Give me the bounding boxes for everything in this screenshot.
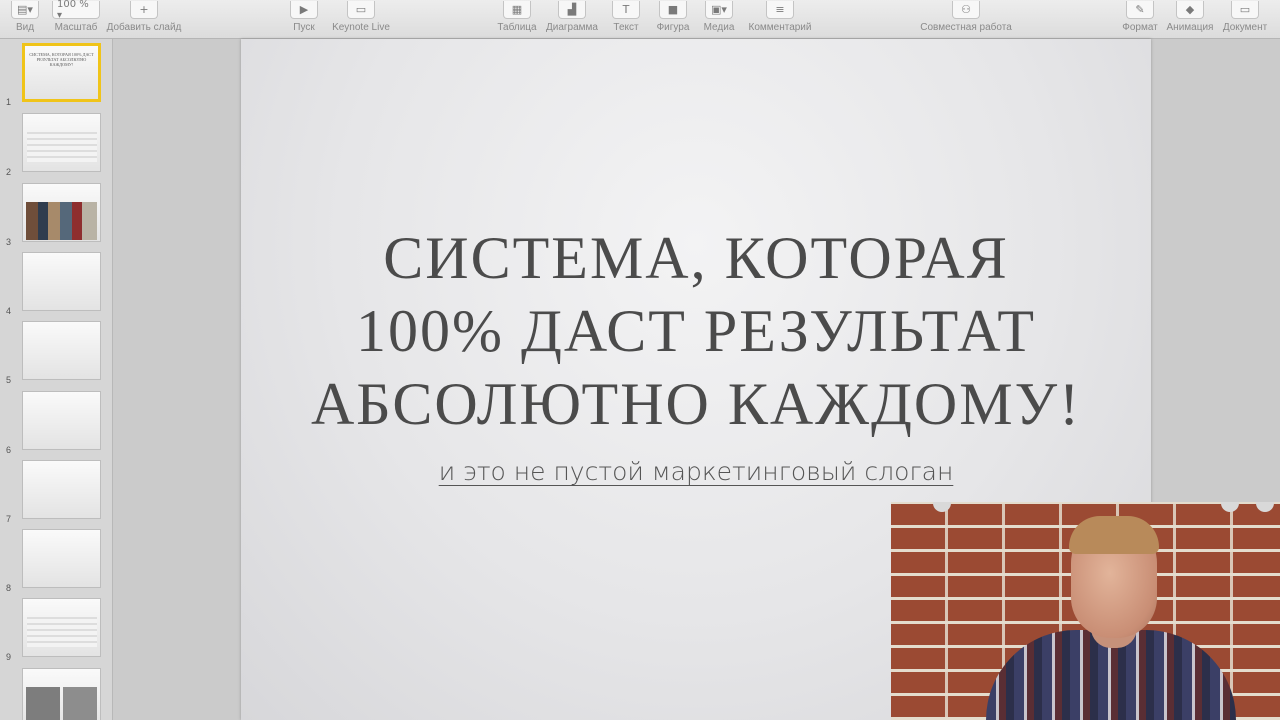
webcam-overlay xyxy=(891,502,1280,720)
slide-thumbnail[interactable] xyxy=(22,321,101,380)
keynote-live-icon: ▭ xyxy=(347,1,375,19)
media-label: Медиа xyxy=(703,22,735,33)
slide-number: 7 xyxy=(6,514,12,524)
animation-label: Анимация xyxy=(1166,22,1214,33)
slide-thumbnail[interactable] xyxy=(22,391,101,450)
view-button[interactable]: ▤▾ Вид xyxy=(11,0,39,38)
slide-thumbnail-text xyxy=(23,392,100,398)
shape-button[interactable]: ■ Фигура xyxy=(654,0,692,38)
slide-title[interactable]: СИСТЕМА, КОТОРАЯ 100% ДАСТ РЕЗУЛЬТАТ АБС… xyxy=(241,222,1151,441)
shape-label: Фигура xyxy=(656,22,690,33)
toolbar: ▤▾ Вид 100 % ▾ Масштаб + Добавить слайд … xyxy=(0,0,1280,39)
collaborate-button[interactable]: ⚇ Совместная работа xyxy=(918,0,1014,38)
view-label: Вид xyxy=(15,22,35,33)
slide-thumbnail-text xyxy=(23,599,100,605)
slide-thumbnail-row[interactable]: 5 xyxy=(0,321,112,385)
slide-thumbnail-row[interactable]: 7 xyxy=(0,460,112,524)
thumbnail-image xyxy=(63,687,97,720)
table-button[interactable]: ▦ Таблица xyxy=(496,0,538,38)
slide-number: 4 xyxy=(6,306,12,316)
slide-thumbnail-text xyxy=(23,461,100,467)
play-icon: ▶ xyxy=(290,1,318,19)
slide-thumbnail[interactable] xyxy=(22,183,101,242)
plus-icon: + xyxy=(130,1,158,19)
slide-thumbnail-text xyxy=(23,669,100,675)
slide-thumbnail[interactable] xyxy=(22,668,101,720)
slide-number: 1 xyxy=(6,97,12,107)
zoom-label: Масштаб xyxy=(54,22,98,33)
slide-thumbnail-text xyxy=(23,253,100,259)
slide-thumbnail[interactable]: Система, которая 100% даст результат абс… xyxy=(22,43,101,102)
thumbnail-content xyxy=(27,617,97,647)
collaborate-label: Совместная работа xyxy=(920,22,1012,33)
thumbnail-image xyxy=(26,687,60,720)
presenter-hair xyxy=(1069,516,1159,554)
slide-thumbnail-text xyxy=(23,322,100,328)
format-button[interactable]: ✎ Формат xyxy=(1120,0,1160,38)
comment-label: Комментарий xyxy=(748,22,812,33)
media-button[interactable]: ▣▾ Медиа xyxy=(700,0,738,38)
media-icon: ▣▾ xyxy=(705,1,733,19)
slide-subtitle[interactable]: и это не пустой маркетинговый слоган xyxy=(241,457,1151,486)
chart-icon: ▟ xyxy=(558,1,586,19)
document-button[interactable]: ▭ Документ xyxy=(1220,0,1270,38)
play-label: Пуск xyxy=(293,22,315,33)
slide-thumbnail-text xyxy=(23,184,100,190)
comment-icon: ≡ xyxy=(766,1,794,19)
thumbnail-content xyxy=(27,132,97,162)
slide-title-line: СИСТЕМА, КОТОРАЯ xyxy=(383,225,1009,291)
zoom-button[interactable]: 100 % ▾ Масштаб xyxy=(52,0,100,38)
animation-icon: ◆ xyxy=(1176,1,1204,19)
slide-thumbnail-row[interactable]: 9 xyxy=(0,598,112,662)
view-icon: ▤▾ xyxy=(11,1,39,19)
slide-navigator[interactable]: Система, которая 100% даст результат абс… xyxy=(0,39,113,720)
slide-number: 9 xyxy=(6,652,12,662)
slide-thumbnail[interactable] xyxy=(22,460,101,519)
slide-number: 2 xyxy=(6,167,12,177)
slide-thumbnail-row[interactable]: Система, которая 100% даст результат абс… xyxy=(0,43,112,107)
slide-title-line: АБСОЛЮТНО КАЖДОМУ! xyxy=(310,371,1082,437)
slide-number: 6 xyxy=(6,445,12,455)
document-icon: ▭ xyxy=(1231,1,1259,19)
slide-thumbnail[interactable] xyxy=(22,529,101,588)
animation-button[interactable]: ◆ Анимация xyxy=(1164,0,1216,38)
slide-number: 3 xyxy=(6,237,12,247)
chart-button[interactable]: ▟ Диаграмма xyxy=(544,0,600,38)
slide-thumbnail[interactable] xyxy=(22,113,101,172)
format-label: Формат xyxy=(1122,22,1158,33)
comment-button[interactable]: ≡ Комментарий xyxy=(746,0,814,38)
slide-subtitle-text: и это не пустой маркетинговый слоган xyxy=(438,457,954,486)
add-slide-button[interactable]: + Добавить слайд xyxy=(104,0,184,38)
slide-thumbnail-text xyxy=(23,114,100,120)
slide-number: 5 xyxy=(6,375,12,385)
text-label: Текст xyxy=(613,22,639,33)
text-icon: T xyxy=(612,1,640,19)
play-button[interactable]: ▶ Пуск xyxy=(290,0,318,38)
slide-thumbnail-row[interactable]: 3 xyxy=(0,183,112,247)
format-icon: ✎ xyxy=(1126,1,1154,19)
slide-thumbnail[interactable] xyxy=(22,252,101,311)
slide-thumbnail-row[interactable]: 2 xyxy=(0,113,112,177)
slide-thumbnail[interactable] xyxy=(22,598,101,657)
text-button[interactable]: T Текст xyxy=(610,0,642,38)
slide-thumbnail-text xyxy=(23,530,100,536)
slide-thumbnail-row[interactable]: 4 xyxy=(0,252,112,316)
collaborate-icon: ⚇ xyxy=(952,1,980,19)
slide-thumbnail-row[interactable]: 6 xyxy=(0,391,112,455)
document-label: Документ xyxy=(1222,22,1268,33)
slide-thumbnail-row[interactable] xyxy=(0,668,112,720)
keynote-live-label: Keynote Live xyxy=(332,22,390,33)
add-slide-label: Добавить слайд xyxy=(106,22,182,33)
shape-icon: ■ xyxy=(659,1,687,19)
table-icon: ▦ xyxy=(503,1,531,19)
slide-thumbnail-text: Система, которая 100% даст результат абс… xyxy=(29,52,94,67)
thumbnail-photos xyxy=(26,202,97,240)
zoom-select: 100 % ▾ xyxy=(52,0,100,21)
slide-number: 8 xyxy=(6,583,12,593)
slide-title-line: 100% ДАСТ РЕЗУЛЬТАТ xyxy=(356,298,1036,364)
table-label: Таблица xyxy=(497,22,537,33)
slide-thumbnail-row[interactable]: 8 xyxy=(0,529,112,593)
keynote-live-button[interactable]: ▭ Keynote Live xyxy=(330,0,392,38)
chart-label: Диаграмма xyxy=(545,22,598,33)
